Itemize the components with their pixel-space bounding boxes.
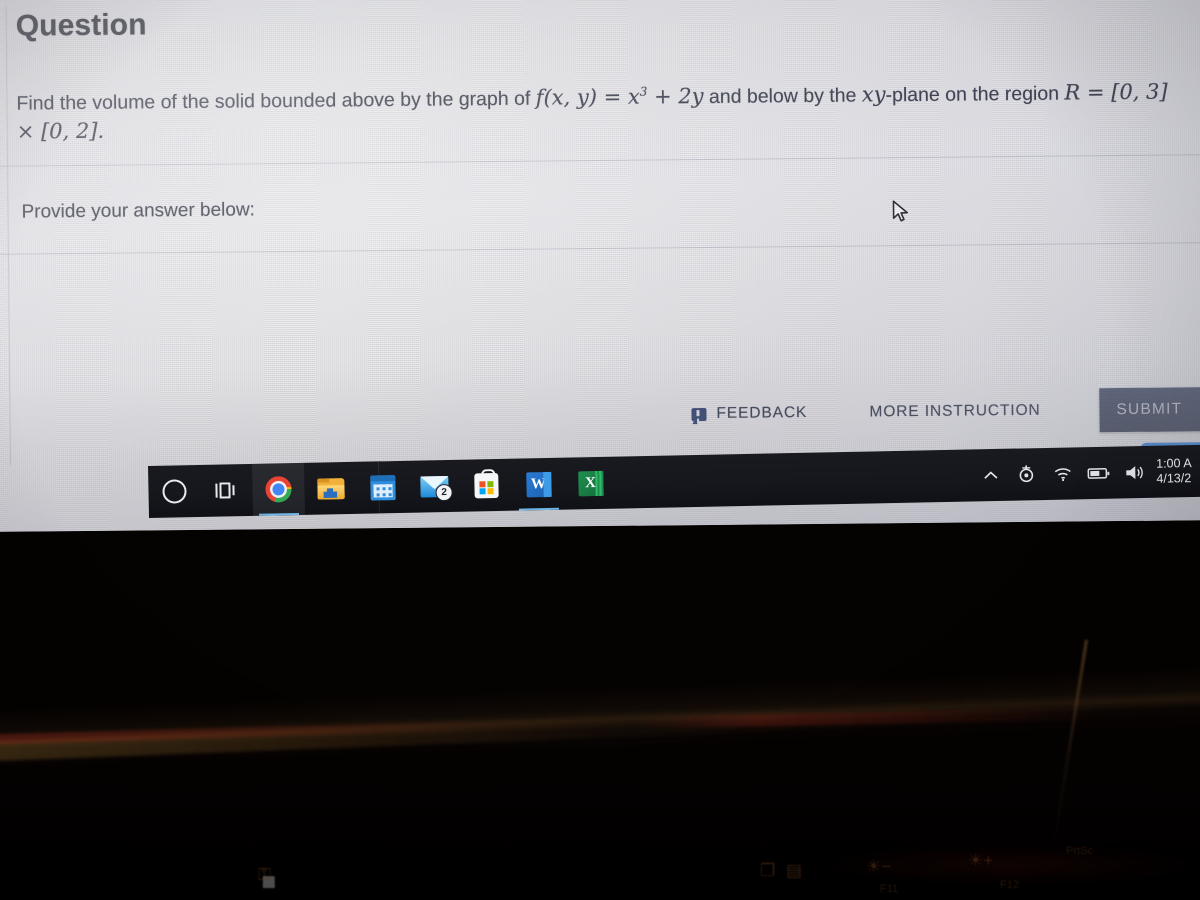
divider-bottom [0, 242, 1200, 255]
answer-prompt: Provide your answer below: [21, 199, 256, 223]
speaker-icon[interactable] [1116, 446, 1153, 499]
function-expression-tail: + 2y [647, 84, 704, 109]
taskbar-item-excel[interactable]: X [564, 457, 617, 510]
more-instruction-button[interactable]: MORE INSTRUCTION [869, 391, 1041, 433]
function-key-glyph-5: F11 [880, 883, 899, 895]
clock-time: 1:00 A [1156, 456, 1192, 471]
feedback-button[interactable]: FEEDBACK [691, 393, 807, 434]
mouse-pointer [892, 200, 910, 229]
function-key-glyph-1: ⚿ [258, 865, 271, 884]
clock-date: 4/13/2 [1156, 471, 1192, 486]
envelope-icon: 2 [420, 475, 453, 501]
taskbar-item-mail[interactable]: 2 [408, 460, 461, 513]
word-icon-glyph: W [530, 475, 547, 492]
action-bar: FEEDBACK MORE INSTRUCTION SUBMIT [1, 386, 1200, 445]
feedback-bubble-icon [691, 407, 707, 421]
taskbar-items: 2 W X [148, 457, 617, 518]
excel-icon-glyph: X [584, 474, 597, 491]
question-text-part-3: -plane on the region [885, 82, 1065, 107]
webpage-content: Question Find the volume of the solid bo… [0, 0, 1200, 476]
calendar-icon [369, 474, 396, 501]
store-bag-icon [474, 468, 499, 498]
taskbar-item-chrome[interactable] [251, 462, 306, 516]
cortana-circle-icon [162, 479, 187, 504]
content-left-border [5, 5, 11, 466]
function-expression-head: f(x, y) = x [535, 84, 640, 110]
function-key-glyph-6: ☀+ [968, 851, 994, 870]
chrome-icon [265, 476, 292, 503]
taskbar-item-cortana[interactable] [148, 465, 201, 518]
function-key-glyph-3: ▤ [786, 861, 803, 880]
question-text-part-1: Find the volume of the solid bounded abo… [16, 87, 536, 115]
taskbar-item-microsoft-store[interactable] [460, 459, 513, 512]
taskbar-item-word[interactable]: W [512, 458, 565, 511]
page-title: Question [15, 8, 147, 43]
wifi-icon[interactable] [1044, 447, 1081, 500]
function-key-glyph-8: PrtSc [1066, 845, 1093, 857]
function-key-glyph-7: F12 [1000, 879, 1019, 891]
word-icon: W [525, 471, 552, 497]
function-expression: f(x, y) = x3 + 2y [536, 84, 704, 110]
task-view-icon [215, 482, 237, 498]
function-key-glyph-4: ☀− [866, 857, 892, 876]
submit-button[interactable]: SUBMIT [1099, 386, 1200, 433]
mail-unread-badge: 2 [435, 483, 453, 501]
taskbar-item-file-explorer[interactable] [304, 462, 357, 515]
taskbar-item-calendar[interactable] [356, 461, 409, 514]
divider-top [0, 154, 1200, 167]
function-key-glyph-2: ❐ [760, 861, 776, 880]
question-text: Find the volume of the solid bounded abo… [16, 72, 1185, 146]
feedback-button-label: FEEDBACK [716, 404, 808, 422]
more-instruction-label: MORE INSTRUCTION [869, 401, 1041, 421]
xy-plane-label: xy [861, 82, 886, 107]
function-key-row: ⬜ ⚿ ❐ ▤ ☀− F11 ☀+ F12 PrtSc [0, 826, 1200, 896]
battery-icon[interactable] [1080, 447, 1117, 500]
show-hidden-icons-button[interactable] [972, 449, 1009, 502]
function-exponent: 3 [639, 84, 648, 99]
onedrive-icon[interactable] [1008, 448, 1045, 501]
system-tray: 1:00 A 4/13/2 [972, 444, 1200, 501]
excel-icon: X [577, 470, 604, 496]
question-text-part-2: and below by the [703, 84, 862, 109]
folder-icon [316, 477, 345, 500]
answer-input[interactable] [22, 257, 1163, 388]
taskbar-item-task-view[interactable] [200, 464, 253, 517]
laptop-photo: ⬜ ⚿ ❐ ▤ ☀− F11 ☀+ F12 PrtSc Question Find the vo… [0, 0, 1200, 900]
submit-button-label: SUBMIT [1116, 400, 1183, 419]
taskbar-clock[interactable]: 1:00 A 4/13/2 [1152, 444, 1200, 498]
